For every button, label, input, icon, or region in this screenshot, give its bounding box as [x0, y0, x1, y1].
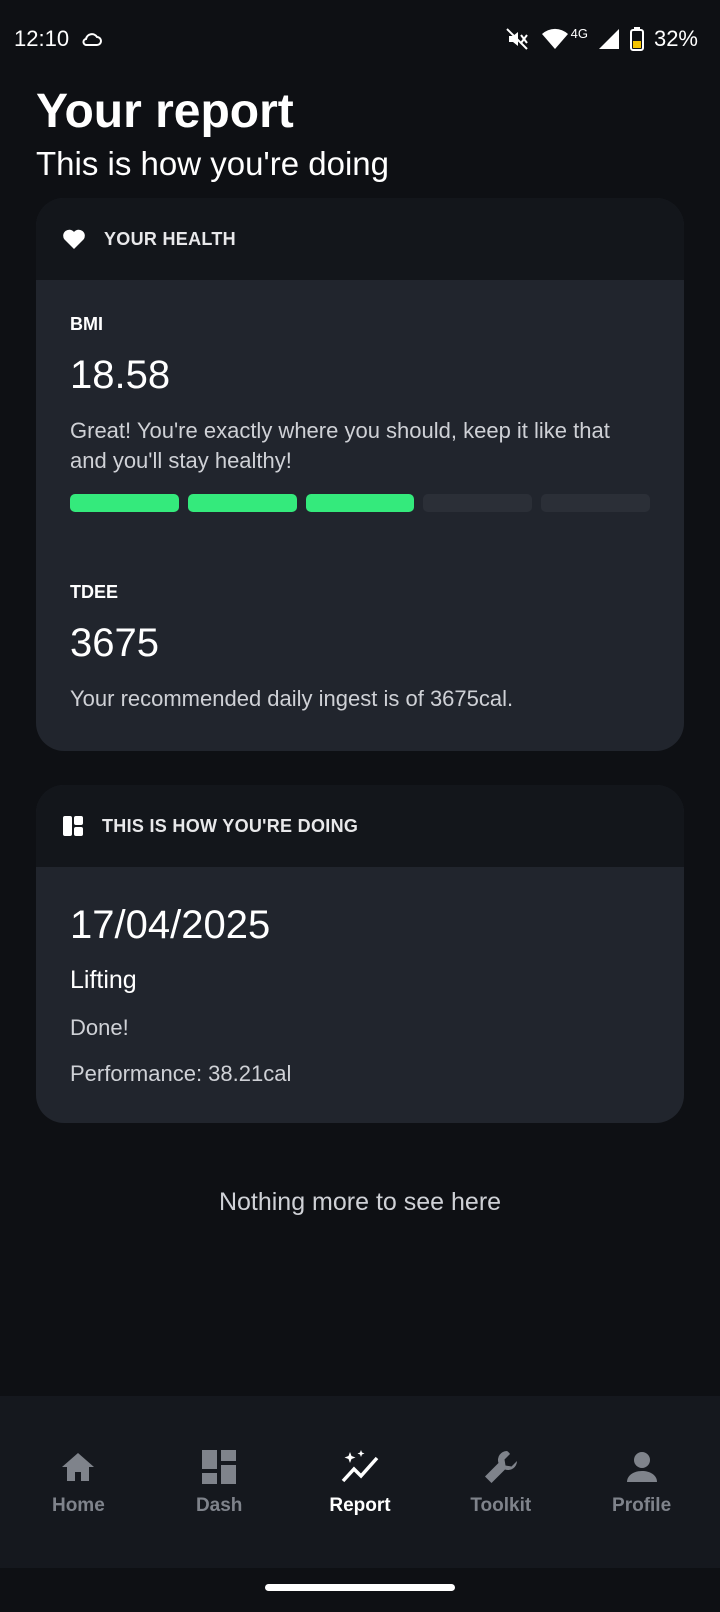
entry-activity: Lifting	[70, 966, 137, 994]
cloud-icon	[81, 30, 103, 48]
tdee-description: Your recommended daily ingest is of 3675…	[70, 686, 514, 711]
progress-card: THIS IS HOW YOU'RE DOING 17/04/2025 Lift…	[36, 785, 684, 1123]
bmi-value: 18.58	[70, 353, 171, 397]
progress-card-header: THIS IS HOW YOU'RE DOING	[36, 785, 684, 867]
heart-icon	[62, 228, 86, 250]
progress-entry: 17/04/2025 Lifting Done! Performance: 38…	[36, 867, 684, 1123]
entry-date: 17/04/2025	[70, 903, 271, 947]
status-time: 12:10	[14, 26, 70, 51]
tdee-value: 3675	[70, 621, 159, 665]
nav-dash[interactable]: Dash	[154, 1447, 284, 1517]
bmi-description: Great! You're exactly where you should, …	[70, 418, 610, 473]
entry-status: Done!	[70, 1015, 129, 1040]
health-card-heading: YOUR HEALTH	[104, 228, 236, 249]
page-header: Your report This is how you're doing	[36, 82, 389, 186]
tdee-section: TDEE 3675 Your recommended daily ingest …	[70, 582, 650, 714]
mute-icon	[505, 27, 531, 51]
nav-dash-label: Dash	[195, 1495, 243, 1516]
tdee-label: TDEE	[70, 582, 119, 602]
page-title: Your report	[36, 85, 294, 138]
nav-home-label: Home	[51, 1495, 105, 1516]
status-right: 4G 32%	[505, 26, 698, 52]
bmi-section: BMI 18.58 Great! You're exactly where yo…	[70, 314, 650, 512]
nav-report[interactable]: Report	[295, 1447, 425, 1517]
bmi-level-segment	[70, 494, 179, 512]
health-card-body: BMI 18.58 Great! You're exactly where yo…	[36, 280, 684, 750]
nav-home[interactable]: Home	[13, 1447, 143, 1517]
person-icon	[622, 1447, 662, 1487]
wifi-icon	[541, 28, 569, 50]
home-gesture-handle[interactable]	[265, 1584, 455, 1591]
bottom-nav: Home Dash Report Toolkit Profile	[0, 1396, 720, 1568]
health-card: YOUR HEALTH BMI 18.58 Great! You're exac…	[36, 198, 684, 751]
battery-icon	[629, 27, 644, 51]
bmi-level-segment	[423, 494, 533, 512]
wrench-icon	[481, 1447, 521, 1487]
progress-card-heading: THIS IS HOW YOU'RE DOING	[102, 815, 359, 836]
entry-performance: Performance: 38.21cal	[70, 1061, 292, 1086]
sparkle-chart-icon	[340, 1447, 380, 1487]
bmi-label: BMI	[70, 314, 103, 334]
end-of-list-note: Nothing more to see here	[218, 1188, 502, 1216]
bmi-level-segment	[305, 494, 415, 512]
page-subtitle: This is how you're doing	[36, 145, 389, 182]
nav-report-label: Report	[329, 1495, 391, 1516]
battery-percent: 32%	[653, 26, 698, 51]
home-icon	[58, 1447, 98, 1487]
signal-icon	[598, 28, 620, 50]
dashboard-icon	[199, 1447, 239, 1487]
status-bar: 12:10 4G 32%	[0, 0, 720, 78]
status-left: 12:10	[14, 26, 103, 52]
bmi-level-segment	[541, 494, 650, 512]
bmi-level-segment	[187, 494, 297, 512]
network-type: 4G	[570, 25, 588, 41]
nav-profile-label: Profile	[612, 1495, 672, 1516]
health-card-header: YOUR HEALTH	[36, 198, 684, 280]
nav-profile[interactable]: Profile	[577, 1447, 707, 1517]
bmi-level-bar	[70, 494, 650, 512]
dashboard-icon	[62, 815, 84, 837]
nav-toolkit-label: Toolkit	[470, 1495, 532, 1516]
nav-toolkit[interactable]: Toolkit	[436, 1447, 566, 1517]
